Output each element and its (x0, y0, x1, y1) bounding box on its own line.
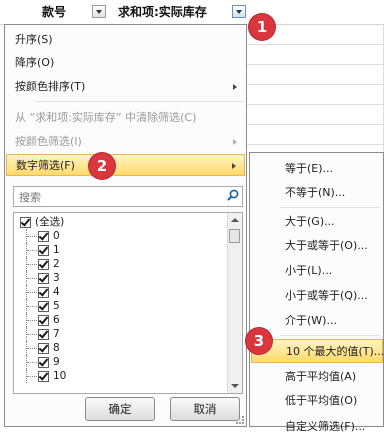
menu-item-sort-by-color[interactable]: 按颜色排序(T) (6, 76, 245, 98)
list-item[interactable]: 10 (14, 369, 229, 383)
gridline (246, 144, 384, 145)
value-checklist: (全选) 0 1 2 3 4 5 6 7 8 9 10 (13, 212, 243, 394)
menu-item-label: 按颜色排序(T) (15, 80, 86, 93)
submenu-item-less-or-equal[interactable]: 小于或等于(Q)... (251, 284, 383, 308)
list-item[interactable]: 0 (14, 229, 229, 243)
search-box[interactable] (13, 186, 243, 208)
submenu-arrow-icon (233, 84, 237, 90)
menu-item-label: 数字筛选(F) (16, 159, 75, 172)
menu-item-sort-descending[interactable]: 降序(O) (6, 52, 245, 74)
menu-separator (35, 101, 243, 102)
gridline (246, 84, 384, 85)
scroll-down-icon[interactable] (228, 379, 242, 393)
list-item[interactable]: 8 (14, 341, 229, 355)
resize-grip-icon[interactable] (236, 416, 244, 424)
submenu-item-less-than[interactable]: 小于(L)... (251, 259, 383, 283)
gridline (246, 64, 384, 65)
menu-item-filter-by-color[interactable]: 按颜色筛选(I) (6, 131, 245, 153)
submenu-item-not-equals[interactable]: 不等于(N)... (251, 181, 383, 205)
list-item[interactable]: (全选) (14, 215, 229, 229)
checkbox[interactable] (38, 371, 49, 382)
submenu-item-above-average[interactable]: 高于平均值(A) (251, 365, 383, 389)
list-item[interactable]: 9 (14, 355, 229, 369)
list-item[interactable]: 3 (14, 271, 229, 285)
list-item[interactable]: 4 (14, 285, 229, 299)
step-badge-2: 2 (89, 153, 115, 179)
ok-button[interactable]: 确定 (85, 397, 155, 421)
search-input[interactable] (14, 187, 221, 208)
checkbox[interactable] (38, 329, 49, 340)
menu-separator (280, 335, 380, 336)
checkbox[interactable] (38, 287, 49, 298)
pivot-header-row: 款号 求和项:实际库存 (0, 0, 384, 25)
filter-dropdown-button-style-no[interactable] (92, 5, 106, 18)
step-badge-3: 3 (246, 328, 272, 354)
list-scrollbar[interactable] (227, 213, 242, 393)
column-header-actual-stock: 求和项:实际库存 (118, 5, 207, 19)
checkbox[interactable] (38, 273, 49, 284)
menu-item-clear-filter[interactable]: 从 “求和项:实际库存” 中清除筛选(C) (6, 107, 245, 129)
checkbox[interactable] (38, 315, 49, 326)
submenu-item-custom-filter[interactable]: 自定义筛选(F)... (251, 415, 383, 439)
list-item[interactable]: 7 (14, 327, 229, 341)
scroll-up-icon[interactable] (228, 213, 242, 227)
checkbox[interactable] (38, 259, 49, 270)
checkbox[interactable] (38, 357, 49, 368)
menu-separator (280, 207, 380, 208)
list-item[interactable]: 5 (14, 299, 229, 313)
submenu-item-between[interactable]: 介于(W)... (251, 309, 383, 333)
cancel-button[interactable]: 取消 (170, 397, 240, 421)
menu-item-sort-ascending[interactable]: 升序(S) (6, 29, 245, 51)
submenu-arrow-icon (232, 163, 236, 169)
checkbox[interactable] (38, 343, 49, 354)
gridline (246, 44, 384, 45)
submenu-item-below-average[interactable]: 低于平均值(O) (251, 389, 383, 413)
submenu-item-greater-or-equal[interactable]: 大于或等于(O)... (251, 234, 383, 258)
menu-item-label: 按颜色筛选(I) (15, 135, 82, 148)
autofilter-menu: 升序(S) 降序(O) 按颜色排序(T) 从 “求和项:实际库存” 中清除筛选(… (4, 24, 247, 427)
list-item[interactable]: 6 (14, 313, 229, 327)
menu-item-number-filters[interactable]: 数字筛选(F) (6, 154, 245, 176)
checkbox[interactable] (38, 245, 49, 256)
gridline (246, 124, 384, 125)
search-icon (227, 189, 239, 201)
submenu-item-greater-than[interactable]: 大于(G)... (251, 210, 383, 234)
checkbox[interactable] (38, 301, 49, 312)
list-item[interactable]: 1 (14, 243, 229, 257)
step-badge-1: 1 (249, 14, 275, 40)
number-filters-submenu: 等于(E)... 不等于(N)... 大于(G)... 大于或等于(O)... … (249, 152, 384, 433)
column-header-style-no: 款号 (42, 5, 67, 19)
checkbox[interactable] (20, 217, 31, 228)
filter-dropdown-button-actual-stock[interactable] (232, 5, 246, 18)
submenu-arrow-icon (233, 139, 237, 145)
scroll-thumb[interactable] (229, 229, 240, 243)
checkbox[interactable] (38, 231, 49, 242)
gridline (246, 104, 384, 105)
submenu-item-equals[interactable]: 等于(E)... (251, 157, 383, 181)
list-item[interactable]: 2 (14, 257, 229, 271)
